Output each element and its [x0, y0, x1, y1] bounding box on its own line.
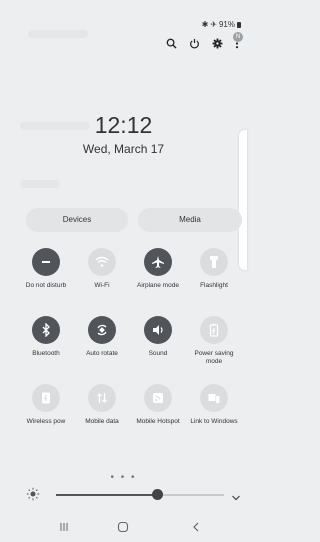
sun-icon — [26, 487, 40, 506]
clock-time: 12:12 — [94, 112, 153, 138]
tile-wifi[interactable]: Wi-Fi — [74, 248, 130, 306]
tile-label: Sound — [148, 350, 168, 357]
back-icon[interactable] — [190, 520, 202, 538]
tile-label: Airplane mode — [137, 282, 179, 289]
battery-percent: 91% — [218, 20, 235, 29]
brightness-slider-track[interactable] — [56, 494, 157, 496]
background-shade — [20, 180, 60, 188]
airplane-icon — [144, 248, 172, 276]
tile-auto-rotate[interactable]: Auto rotate — [74, 316, 130, 374]
tile-label: Mobile data — [85, 418, 119, 425]
tile-label: Flashlight — [200, 282, 228, 289]
gear-icon[interactable] — [212, 38, 223, 49]
auto-rotate-icon — [88, 316, 116, 344]
status-bar: ✱ ✈ 91% — [202, 20, 241, 29]
tile-link-to-windows[interactable]: Link to Windows — [186, 384, 242, 442]
power-saving-icon — [200, 316, 228, 344]
wifi-icon — [88, 248, 116, 276]
tile-do-not-disturb[interactable]: Do not disturb — [18, 248, 74, 306]
brightness-control — [26, 485, 241, 505]
tile-sound[interactable]: Sound — [130, 316, 186, 374]
brightness-slider-thumb[interactable] — [152, 489, 163, 500]
tile-mobile-hotspot[interactable]: Mobile Hotspot — [130, 384, 186, 442]
tile-label: Mobile Hotspot — [136, 418, 180, 425]
home-icon[interactable] — [117, 520, 129, 538]
quick-settings-grid: Do not disturb Wi-Fi Airplane mode Flash… — [18, 248, 244, 442]
power-icon[interactable] — [189, 38, 200, 49]
tile-label: Do not disturb — [25, 282, 67, 289]
wireless-powershare-icon — [32, 384, 60, 412]
mobile-data-icon — [88, 384, 116, 412]
hotspot-icon — [144, 384, 172, 412]
brightness-slider-rest[interactable] — [157, 494, 224, 496]
tile-label: Power saving mode — [194, 350, 234, 365]
tile-label: Link to Windows — [190, 418, 238, 425]
bluetooth-status-icon: ✱ — [201, 20, 209, 29]
background-shade — [28, 30, 88, 38]
tile-label: Wi-Fi — [94, 282, 110, 289]
tile-flashlight[interactable]: Flashlight — [186, 248, 242, 306]
tile-wireless-powershare[interactable]: Wireless pow — [18, 384, 74, 442]
minus-circle-icon — [32, 248, 60, 276]
airplane-status-icon: ✈ — [210, 20, 217, 29]
quick-panel-actions: N — [166, 32, 243, 49]
media-button[interactable]: Media — [138, 208, 242, 232]
tile-label: Wireless pow — [26, 418, 66, 425]
clock-date: Wed, March 17 — [82, 142, 165, 156]
tile-airplane-mode[interactable]: Airplane mode — [130, 248, 186, 306]
search-icon[interactable] — [166, 38, 177, 49]
tile-label: Bluetooth — [32, 350, 60, 357]
tile-label: Auto rotate — [86, 350, 118, 357]
tile-bluetooth[interactable]: Bluetooth — [18, 316, 74, 374]
page-indicator[interactable]: • • • — [0, 472, 247, 483]
bluetooth-icon — [32, 316, 60, 344]
flashlight-icon — [200, 248, 228, 276]
more-options-icon[interactable]: N — [233, 32, 243, 49]
sound-icon — [144, 316, 172, 344]
tile-mobile-data[interactable]: Mobile data — [74, 384, 130, 442]
link-to-windows-icon — [200, 384, 228, 412]
recent-apps-icon[interactable] — [58, 520, 70, 538]
notification-badge: N — [233, 32, 243, 42]
battery-icon — [237, 21, 241, 28]
tile-power-saving-mode[interactable]: Power saving mode — [186, 316, 242, 374]
navigation-bar — [0, 520, 247, 538]
chevron-down-icon[interactable] — [231, 489, 241, 507]
devices-button[interactable]: Devices — [26, 208, 128, 232]
